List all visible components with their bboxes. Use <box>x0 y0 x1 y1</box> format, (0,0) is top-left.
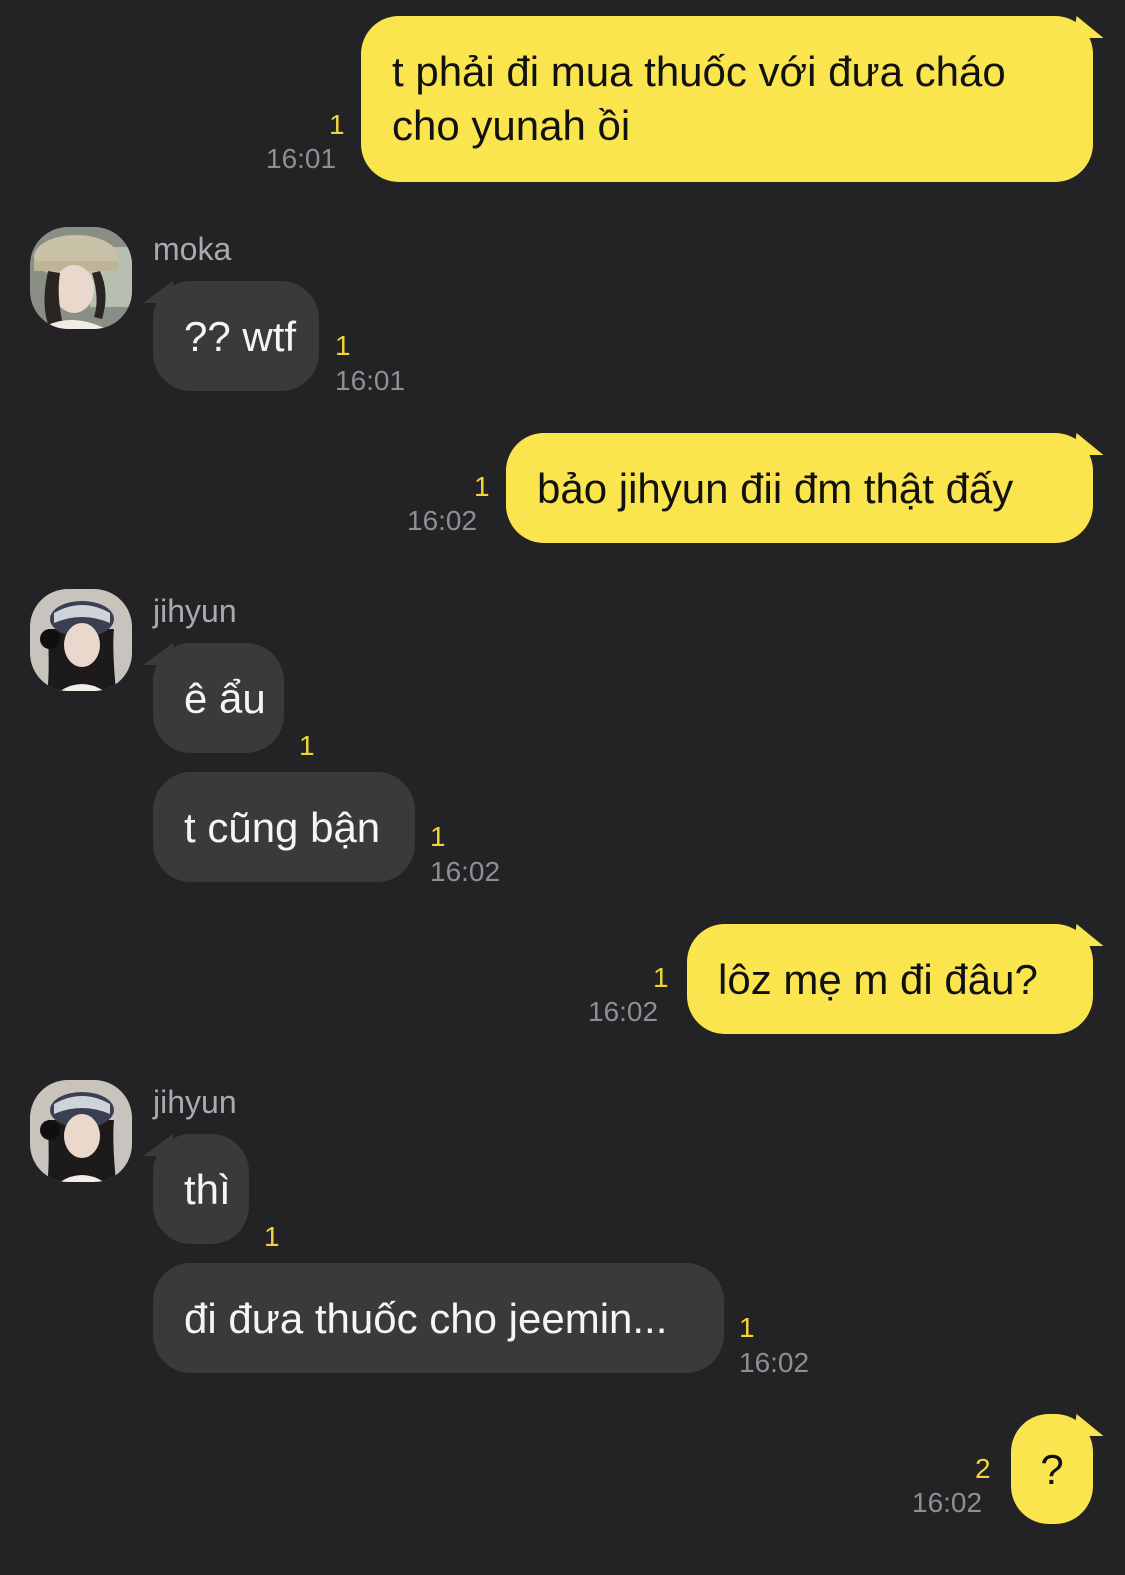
avatar-jihyun-image <box>30 589 132 691</box>
avatar-jihyun-image <box>30 1080 132 1182</box>
unread-count: 1 <box>264 1221 280 1252</box>
my-message-bubble[interactable]: lôz mẹ m đi đâu? <box>687 924 1093 1034</box>
sender-name: jihyun <box>153 593 237 629</box>
sender-name: jihyun <box>153 1084 237 1120</box>
unread-count: 2 <box>975 1453 991 1484</box>
message-time: 16:02 <box>912 1487 983 1518</box>
message-time: 16:01 <box>335 365 406 396</box>
their-message-bubble[interactable]: t cũng bận <box>153 772 415 882</box>
unread-count: 1 <box>474 471 490 502</box>
my-message-bubble[interactable]: ? <box>1011 1414 1093 1524</box>
message-time: 16:02 <box>739 1347 810 1378</box>
their-message-bubble[interactable]: ?? wtf <box>143 281 319 391</box>
my-message-bubble[interactable]: t phải đi mua thuốc với đưa cháo cho yun… <box>361 16 1093 182</box>
unread-count: 1 <box>739 1312 755 1343</box>
unread-count: 1 <box>299 730 315 761</box>
sender-name: moka <box>153 231 232 267</box>
message-time: 16:01 <box>266 143 337 174</box>
avatar-moka[interactable] <box>30 227 132 329</box>
message-time: 16:02 <box>588 996 659 1027</box>
chat-area: 1 16:01 t phải đi mua thuốc với đưa cháo… <box>0 0 1125 1575</box>
message-time: 16:02 <box>430 856 501 887</box>
avatar-jihyun[interactable] <box>30 589 132 691</box>
my-message-bubble[interactable]: bảo jihyun đii đm thật đấy <box>506 433 1093 543</box>
their-message-bubble[interactable]: ê ẩu <box>143 643 284 753</box>
unread-count: 1 <box>653 962 669 993</box>
avatar-jihyun[interactable] <box>30 1080 132 1182</box>
their-message-bubble[interactable]: thì <box>143 1134 249 1244</box>
unread-count: 1 <box>329 109 345 140</box>
avatar-moka-image <box>30 227 132 329</box>
their-message-bubble[interactable]: đi đưa thuốc cho jeemin... <box>153 1263 724 1373</box>
message-time: 16:02 <box>407 505 478 536</box>
unread-count: 1 <box>430 821 446 852</box>
unread-count: 1 <box>335 330 351 361</box>
